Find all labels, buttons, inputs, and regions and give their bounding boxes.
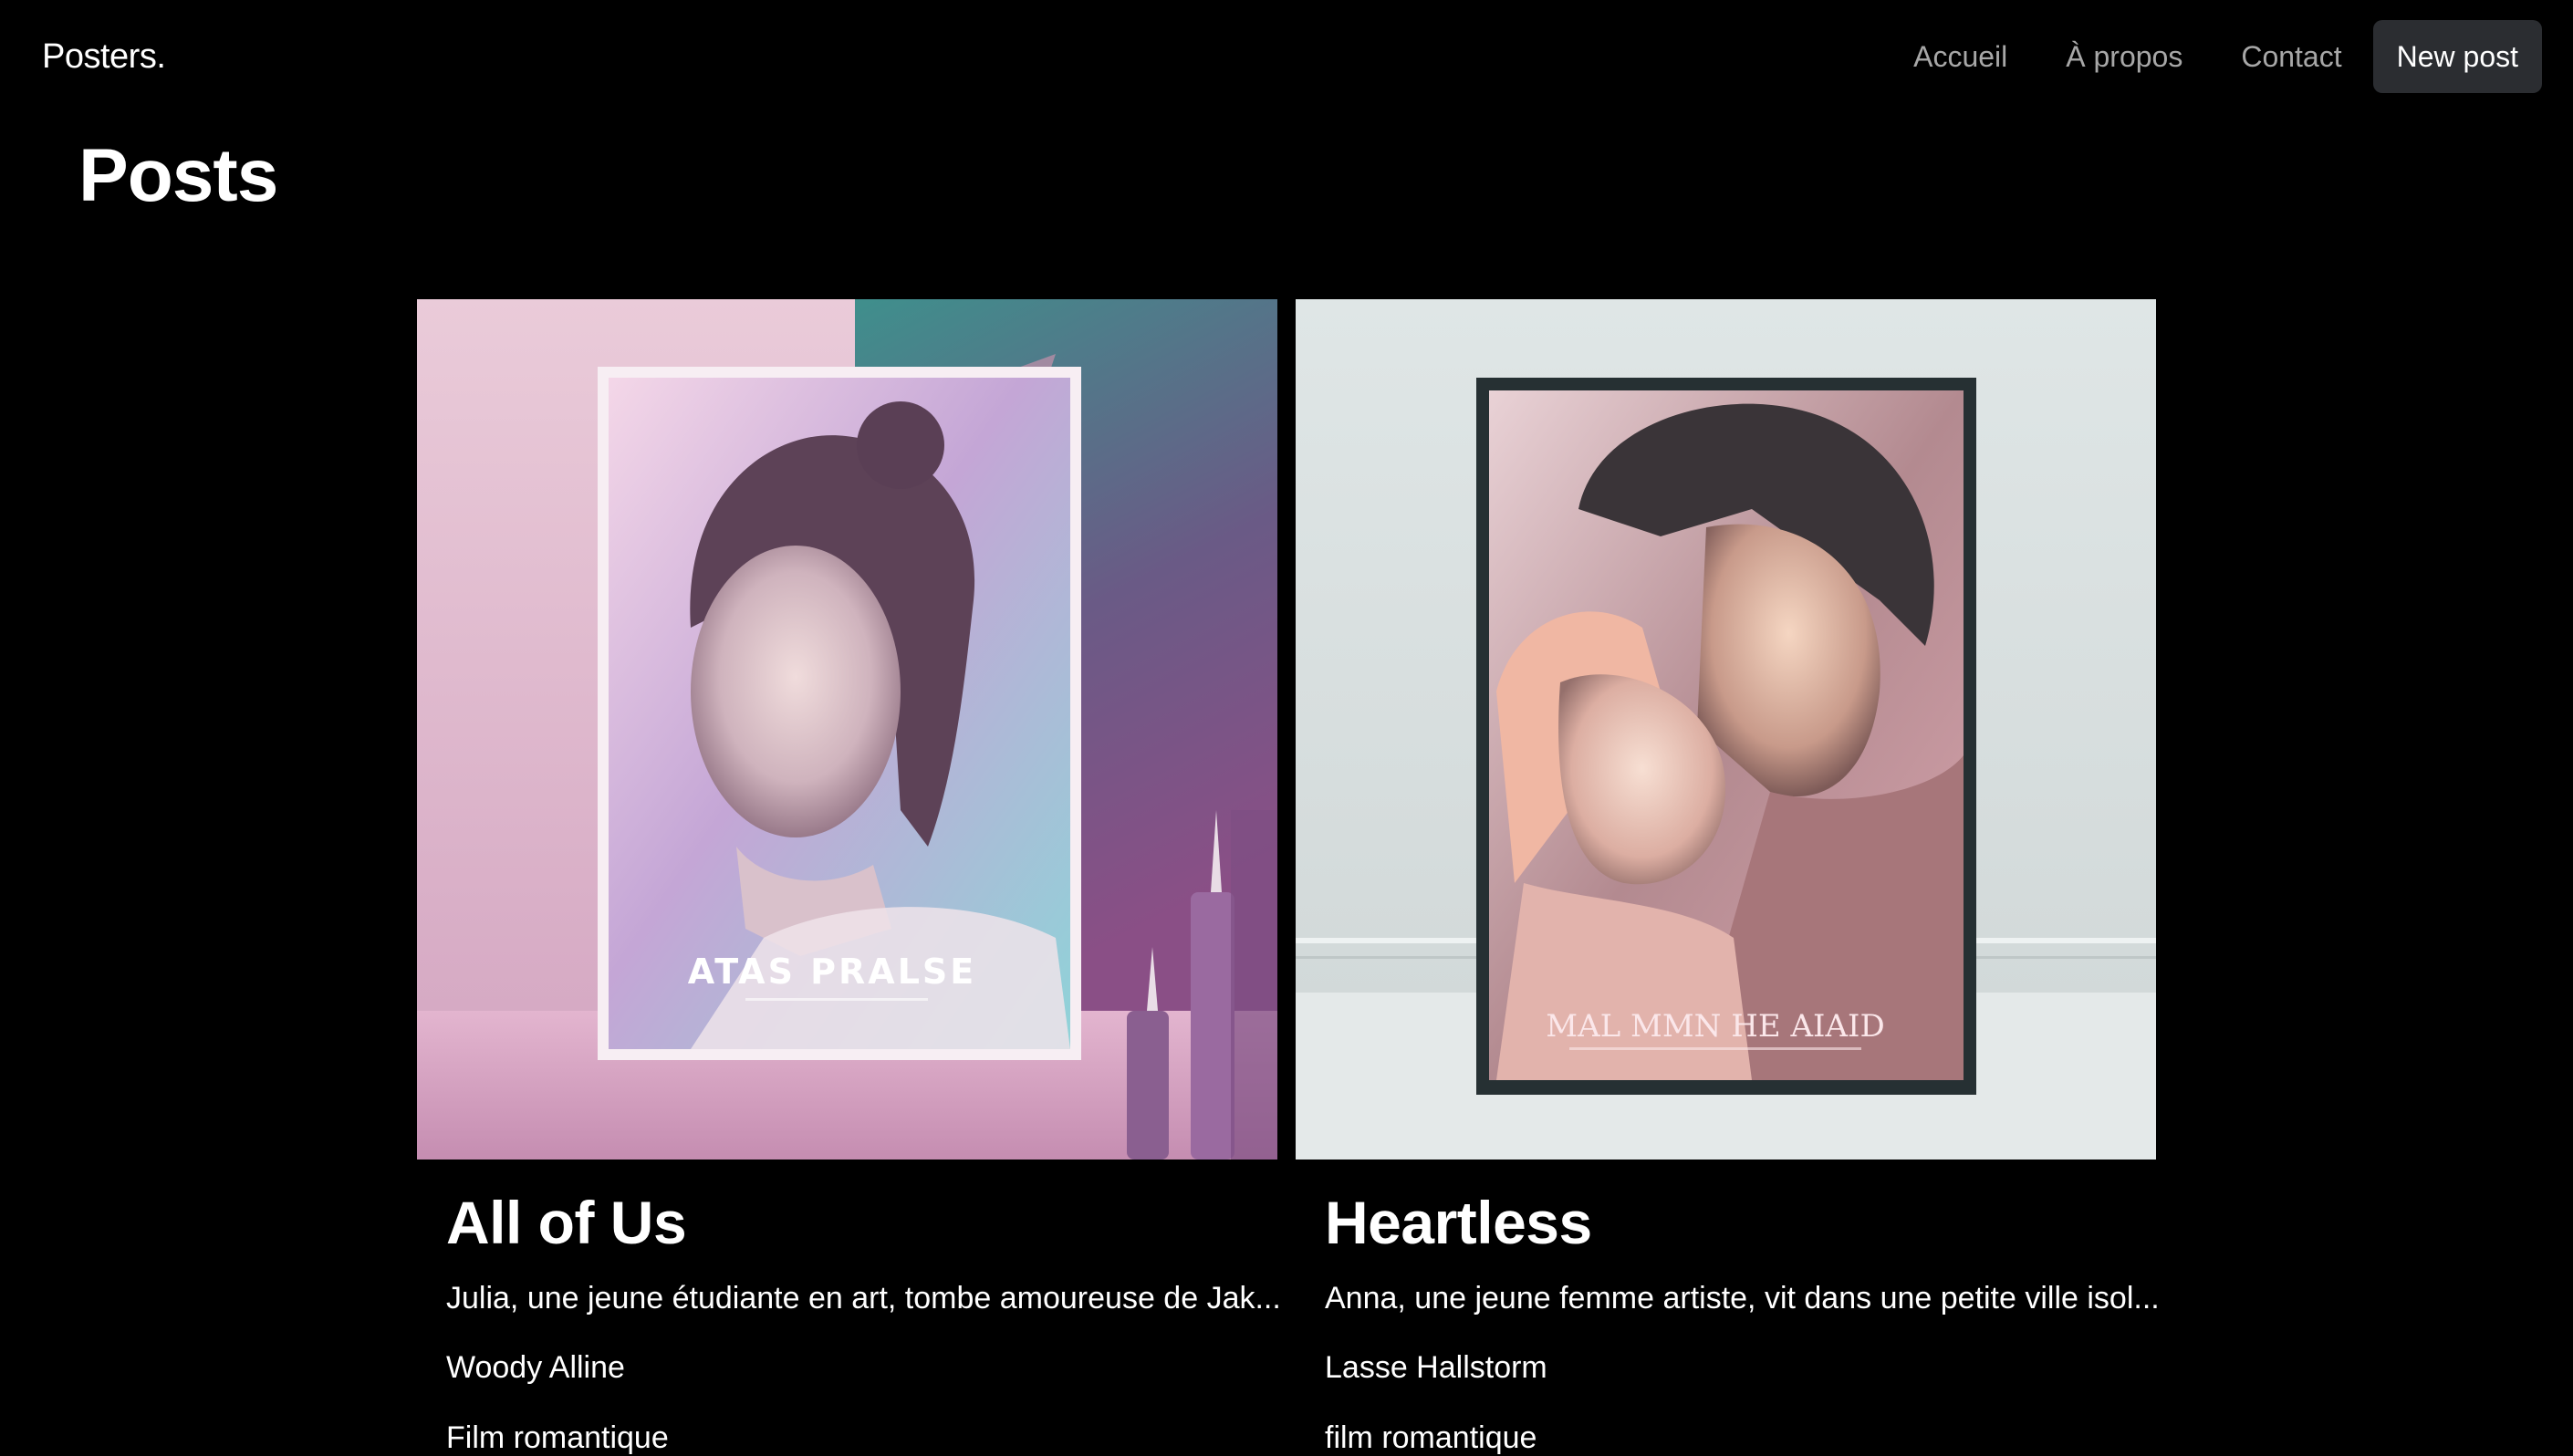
page-title: Posts [78,134,278,217]
post-description: Julia, une jeune étudiante en art, tombe… [446,1281,1281,1316]
nav-link-a-propos[interactable]: À propos [2037,40,2212,74]
post-description: Anna, une jeune femme artiste, vit dans … [1325,1281,2160,1316]
nav-link-contact[interactable]: Contact [2212,40,2370,74]
post-genre: film romantique [1325,1420,1537,1455]
post-image[interactable]: MAL MMN HE AIAID [1296,299,2156,1160]
post-author: Lasse Hallstorm [1325,1349,1547,1385]
post-title[interactable]: Heartless [1325,1192,2127,1253]
post-genre: Film romantique [446,1420,669,1455]
post-card-body: All of Us Julia, une jeune étudiante en … [417,1192,1281,1456]
nav-links: Accueil À propos Contact New post [1884,20,2542,93]
post-author: Woody Alline [446,1349,625,1385]
brand-logo[interactable]: Posters. [42,37,166,77]
navbar: Posters. Accueil À propos Contact New po… [0,0,2573,113]
new-post-button[interactable]: New post [2372,20,2542,93]
nav-link-accueil[interactable]: Accueil [1884,40,2037,74]
poster-2-title-text: MAL MMN HE AIAID [1546,1008,1884,1045]
post-image[interactable]: ATAS PRALSE [417,299,1277,1160]
post-card[interactable]: ATAS PRALSE All of Us Julia, une jeune é… [417,299,1281,1456]
post-title[interactable]: All of Us [446,1192,1248,1253]
post-card-body: Heartless Anna, une jeune femme artiste,… [1296,1192,2160,1456]
post-card[interactable]: MAL MMN HE AIAID Heartless Anna, une jeu… [1296,299,2160,1456]
poster-1-title-text: ATAS PRALSE [688,952,977,992]
